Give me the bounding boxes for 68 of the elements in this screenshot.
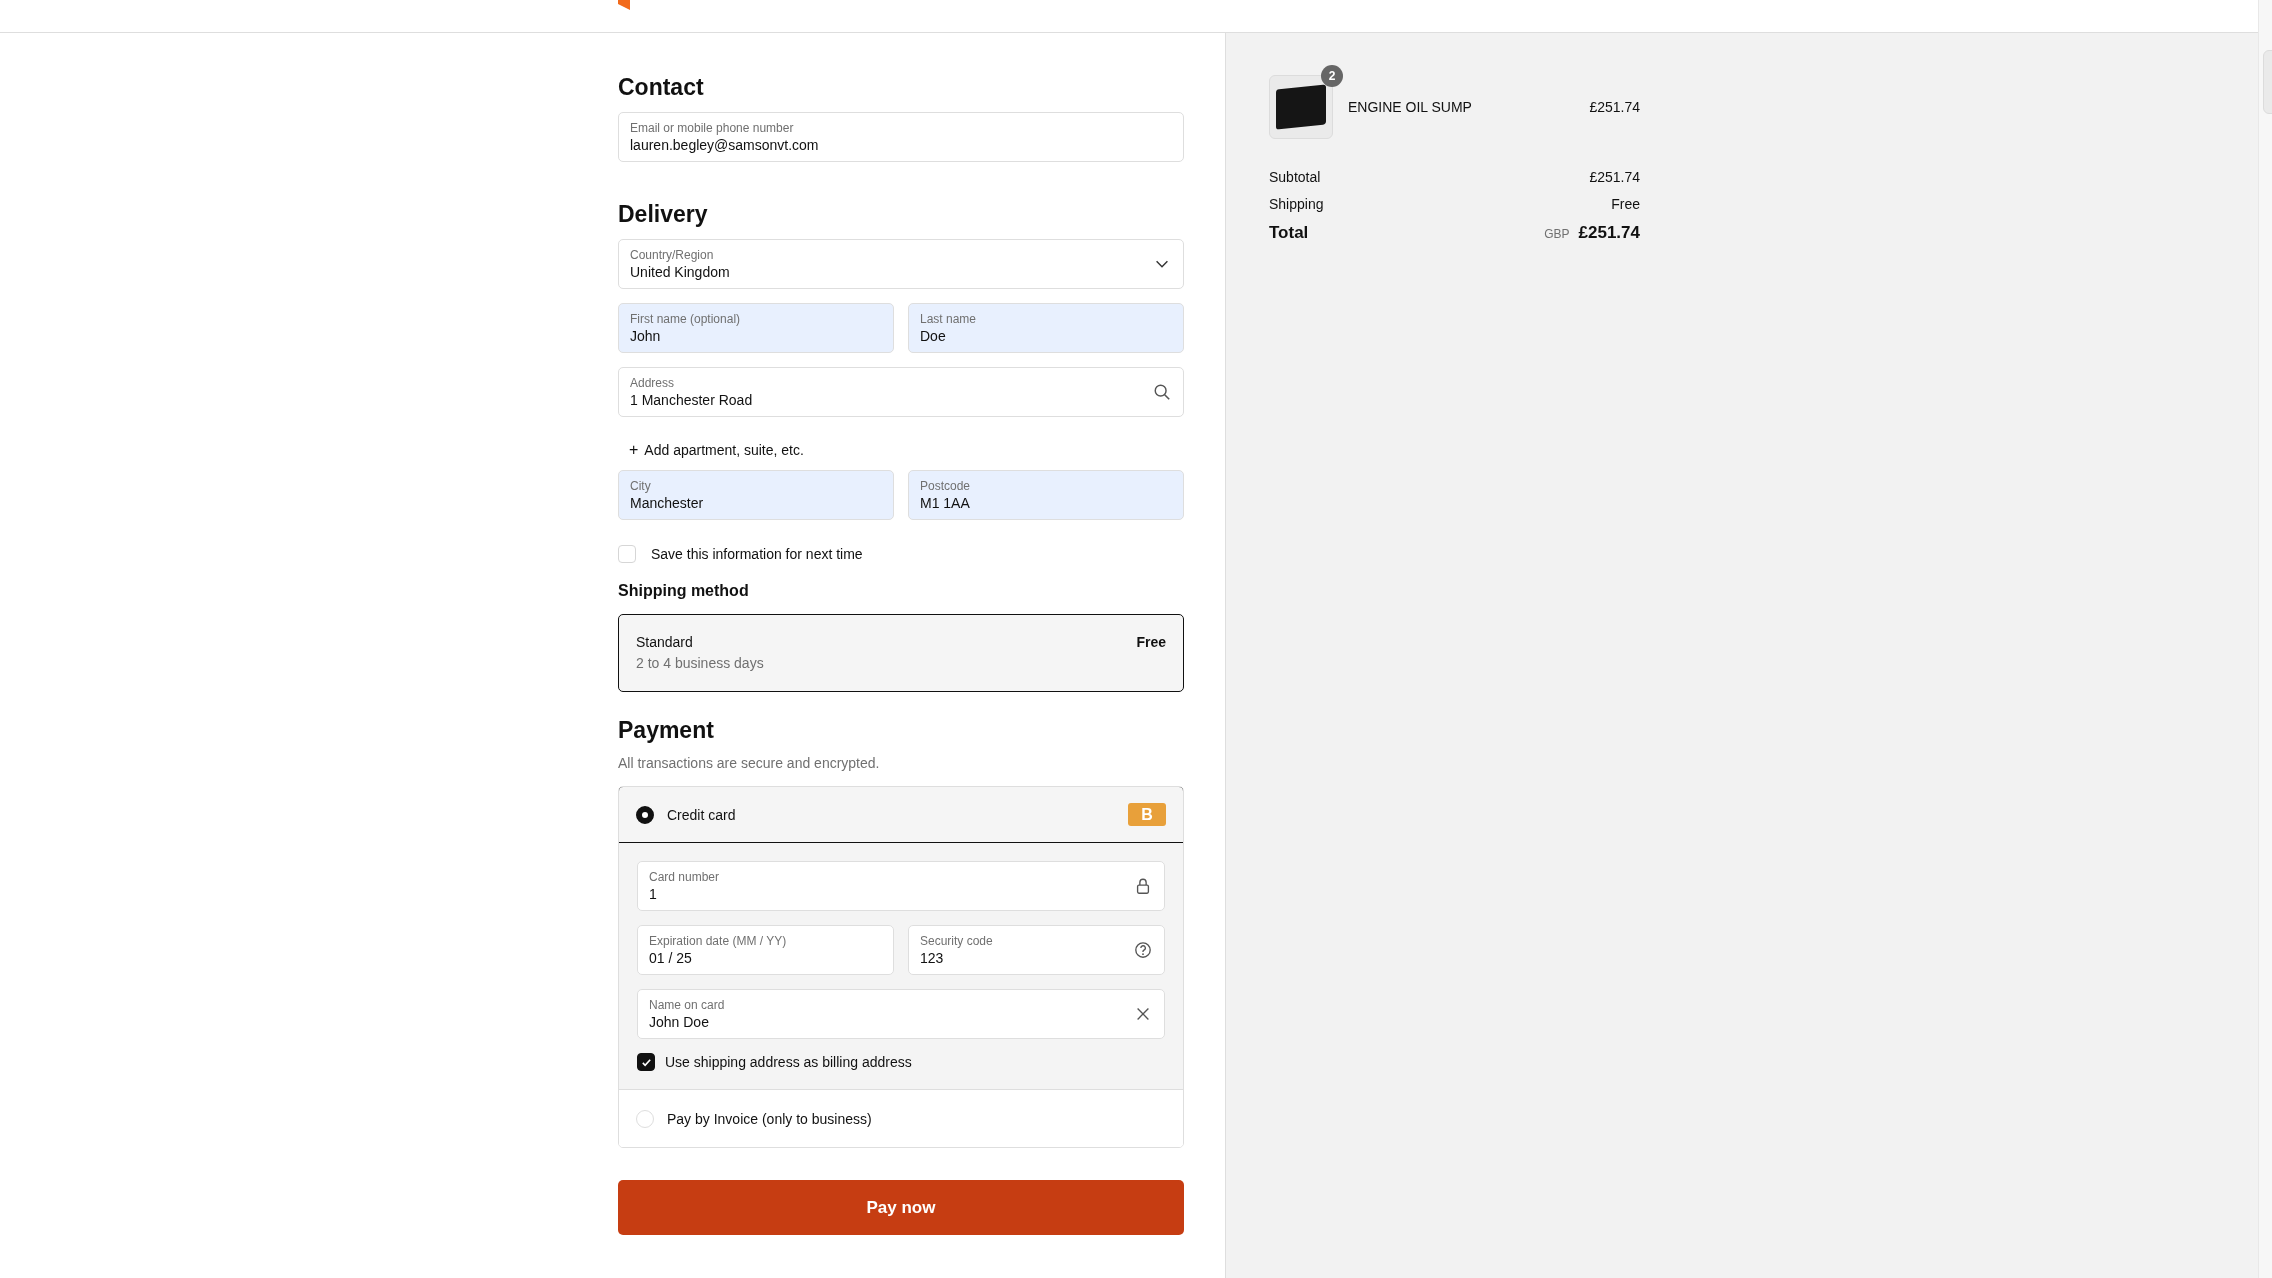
checkmark-icon [640, 1056, 652, 1068]
input-field[interactable]: First name (optional) John [618, 303, 894, 353]
field-value: John Doe [649, 1012, 710, 1031]
input-field[interactable]: Card number 1 [637, 861, 1165, 911]
summary-label: Shipping [1269, 196, 1324, 212]
section-heading: Shipping method [618, 581, 750, 601]
input-field[interactable]: Postcode M1 1AA [908, 470, 1184, 520]
input-field[interactable]: Last name Doe [908, 303, 1184, 353]
shipping-name: Standard [636, 634, 694, 650]
payment-method-label: Pay by Invoice (only to business) [667, 1110, 873, 1127]
search-icon[interactable] [1153, 383, 1171, 401]
field-label: Country/Region [630, 247, 715, 263]
pay-now-button[interactable]: Pay now [618, 1180, 1184, 1235]
payment-subtitle: All transactions are secure and encrypted. [618, 755, 881, 771]
field-label: Security code [920, 933, 994, 949]
input-field[interactable]: City Manchester [618, 470, 894, 520]
total-value: £251.74 [1578, 223, 1640, 243]
shipping-option[interactable]: Standard 2 to 4 business days Free [618, 614, 1184, 692]
field-label: Name on card [649, 997, 726, 1013]
field-value: M1 1AA [920, 493, 971, 512]
payment-method-label: Credit card [667, 806, 737, 823]
payment-method-option[interactable]: Credit card B [619, 787, 1183, 843]
field-label: Last name [920, 311, 978, 327]
section-heading: Payment [618, 716, 715, 744]
card-brand-badge: B [1128, 803, 1166, 826]
field-label: First name (optional) [630, 311, 742, 327]
field-label: Expiration date (MM / YY) [649, 933, 788, 949]
input-field[interactable]: Country/Region United Kingdom [618, 239, 1184, 289]
add-apartment-link[interactable]: + Add apartment, suite, etc. [629, 441, 804, 459]
input-field[interactable]: Security code 123 [908, 925, 1165, 975]
field-value: Manchester [630, 493, 705, 512]
input-field[interactable]: Name on card John Doe [637, 989, 1165, 1039]
field-label: Email or mobile phone number [630, 120, 795, 136]
checkbox-label: Save this information for next time [651, 546, 863, 562]
radio-button[interactable] [636, 805, 654, 824]
currency-code: GBP [1544, 227, 1570, 241]
field-value: 1 [649, 884, 658, 903]
field-label: City [630, 478, 652, 494]
logo-icon[interactable] [618, 0, 630, 10]
checkbox[interactable] [637, 1053, 655, 1071]
section-heading: Contact [618, 73, 705, 101]
photo-placeholder [1276, 84, 1326, 130]
field-value: lauren.begley@samsonvt.com [630, 135, 820, 154]
section-heading: Delivery [618, 200, 709, 228]
field-value: United Kingdom [630, 262, 731, 281]
shipping-detail: 2 to 4 business days [636, 655, 764, 671]
total-label: Total [1269, 223, 1309, 243]
field-label: Card number [649, 869, 721, 885]
lock-icon[interactable] [1134, 877, 1152, 895]
field-value: 123 [920, 948, 945, 967]
input-field[interactable]: Expiration date (MM / YY) 01 / 25 [637, 925, 894, 975]
field-value: 1 Manchester Road [630, 390, 754, 409]
summary-value: Free [1611, 196, 1640, 212]
field-value: 01 / 25 [649, 948, 693, 967]
input-field[interactable]: Address 1 Manchester Road [618, 367, 1184, 417]
summary-value: £251.74 [1589, 169, 1640, 185]
field-value: Doe [920, 326, 947, 345]
field-label: Address [630, 375, 676, 391]
input-field[interactable]: Email or mobile phone number lauren.begley@samsonvt.com [618, 112, 1184, 162]
field-value: John [630, 326, 662, 345]
help-icon[interactable] [1134, 941, 1152, 959]
quantity-badge: 2 [1321, 65, 1343, 87]
checkbox-label: Use shipping address as billing address [665, 1054, 912, 1070]
product-price: £251.74 [1589, 99, 1640, 115]
shipping-price: Free [1136, 634, 1166, 650]
field-label: Postcode [920, 478, 972, 494]
product-name: ENGINE OIL SUMP [1348, 99, 1473, 115]
summary-label: Subtotal [1269, 169, 1321, 185]
